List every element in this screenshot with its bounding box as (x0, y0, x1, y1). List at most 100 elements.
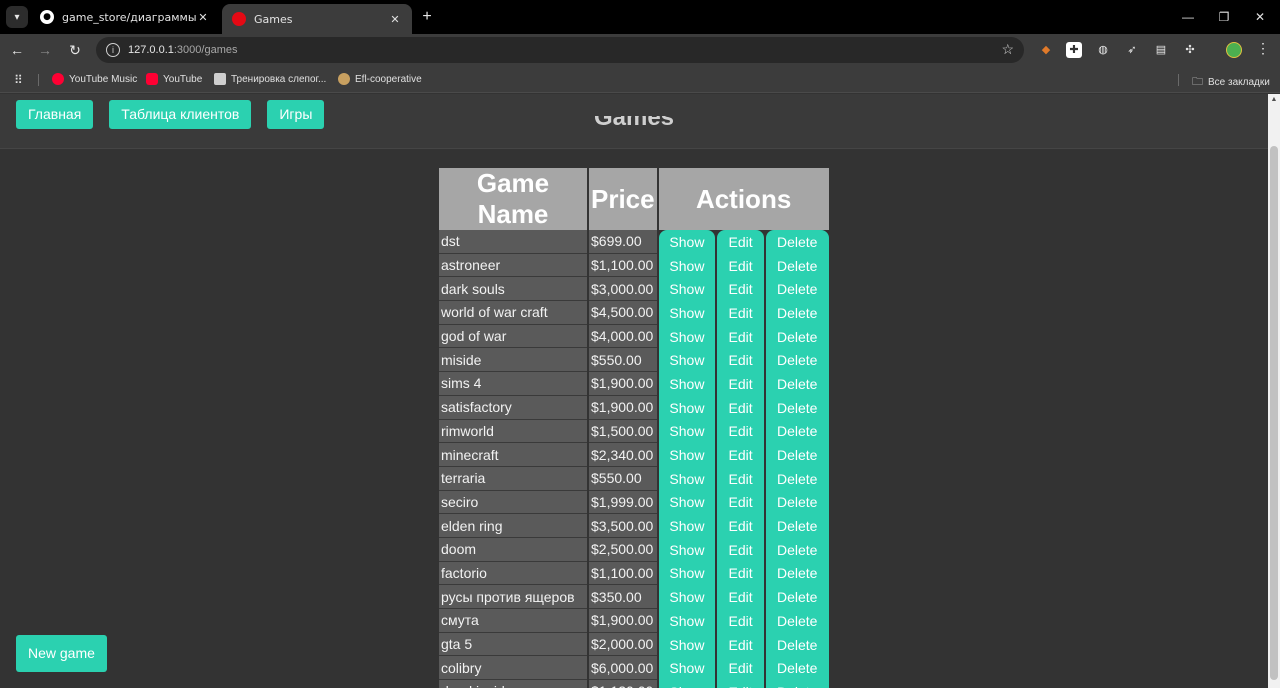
show-button[interactable]: Show (658, 301, 716, 325)
new-game-button[interactable]: New game (16, 635, 107, 672)
show-button[interactable]: Show (658, 680, 716, 688)
vertical-scrollbar[interactable]: ▲ (1268, 94, 1280, 688)
nav-games-button[interactable]: Игры (267, 100, 325, 129)
edit-button[interactable]: Edit (717, 680, 764, 688)
delete-button[interactable]: Delete (765, 301, 829, 325)
delete-button[interactable]: Delete (765, 419, 829, 444)
edit-button[interactable]: Edit (717, 324, 764, 349)
delete-button[interactable]: Delete (765, 277, 829, 302)
edit-button[interactable]: Edit (717, 585, 764, 609)
show-button[interactable]: Show (658, 277, 716, 302)
show-button[interactable]: Show (658, 419, 716, 444)
tab-close-icon[interactable]: ✕ (388, 13, 402, 26)
metamask-icon[interactable]: ◆ (1038, 42, 1054, 58)
new-tab-button[interactable]: + (416, 6, 438, 28)
show-button[interactable]: Show (658, 466, 716, 491)
edit-button[interactable]: Edit (717, 348, 764, 373)
show-button[interactable]: Show (658, 253, 716, 278)
delete-button[interactable]: Delete (765, 656, 829, 681)
scroll-up-arrow-icon[interactable]: ▲ (1268, 96, 1280, 106)
delete-button[interactable]: Delete (765, 324, 829, 349)
game-price-cell: $6,000.00 (589, 656, 657, 681)
gamepad-icon[interactable]: ✚ (1066, 42, 1082, 58)
profile-avatar[interactable] (1226, 42, 1242, 58)
show-button[interactable]: Show (658, 324, 716, 349)
all-bookmarks[interactable]: 🗀 Все закладки (1192, 73, 1270, 92)
delete-button[interactable]: Delete (765, 466, 829, 491)
bookmark-youtube-music[interactable]: YouTube Music (52, 73, 137, 85)
show-button[interactable]: Show (658, 585, 716, 609)
bookmark-youtube[interactable]: YouTube (146, 73, 202, 85)
delete-button[interactable]: Delete (765, 585, 829, 609)
back-arrow-icon[interactable]: ← (6, 39, 28, 61)
edit-button[interactable]: Edit (717, 443, 764, 467)
delete-button[interactable]: Delete (765, 561, 829, 586)
site-favicon-icon (232, 12, 246, 26)
delete-button[interactable]: Delete (765, 680, 829, 688)
edit-button[interactable]: Edit (717, 537, 764, 562)
show-button[interactable]: Show (658, 490, 716, 515)
edit-button[interactable]: Edit (717, 561, 764, 586)
show-button[interactable]: Show (658, 514, 716, 538)
tab-github[interactable]: ● game_store/диаграммы/ER_DI ✕ (30, 4, 220, 30)
address-bar[interactable]: i 127.0.0.1:3000/games ☆ (96, 37, 1024, 63)
tab-strip: ▾ ● game_store/диаграммы/ER_DI ✕ Games ✕… (0, 0, 1280, 34)
show-button[interactable]: Show (658, 372, 716, 396)
delete-button[interactable]: Delete (765, 253, 829, 278)
edit-button[interactable]: Edit (717, 372, 764, 396)
edit-button[interactable]: Edit (717, 490, 764, 515)
delete-button[interactable]: Delete (765, 632, 829, 657)
nav-home-button[interactable]: Главная (16, 100, 94, 129)
forward-arrow-icon[interactable]: → (34, 39, 56, 61)
show-button[interactable]: Show (658, 395, 716, 420)
tab-close-icon[interactable]: ✕ (196, 11, 210, 24)
edit-button[interactable]: Edit (717, 253, 764, 278)
delete-button[interactable]: Delete (765, 395, 829, 420)
edit-button[interactable]: Edit (717, 230, 764, 254)
delete-button[interactable]: Delete (765, 372, 829, 396)
edit-button[interactable]: Edit (717, 632, 764, 657)
show-button[interactable]: Show (658, 348, 716, 373)
game-name-cell: world of war craft (439, 301, 587, 325)
edit-button[interactable]: Edit (717, 301, 764, 325)
delete-button[interactable]: Delete (765, 514, 829, 538)
restore-button[interactable]: ❐ (1212, 6, 1236, 28)
rocket-icon[interactable]: ➶ (1124, 42, 1140, 58)
globe-icon[interactable]: ◍ (1095, 42, 1111, 58)
bookmark-typing[interactable]: Тренировка слепог... (214, 73, 326, 85)
menu-dots-icon[interactable]: ⋮ (1256, 40, 1270, 57)
bookmark-star-icon[interactable]: ☆ (1001, 41, 1014, 58)
delete-button[interactable]: Delete (765, 490, 829, 515)
bookmark-efl[interactable]: Efl-cooperative (338, 73, 422, 85)
delete-button[interactable]: Delete (765, 348, 829, 373)
show-button[interactable]: Show (658, 537, 716, 562)
show-button[interactable]: Show (658, 609, 716, 633)
tab-search-button[interactable]: ▾ (6, 6, 28, 28)
reload-icon[interactable]: ↻ (64, 39, 86, 61)
edit-button[interactable]: Edit (717, 395, 764, 420)
edit-button[interactable]: Edit (717, 514, 764, 538)
show-button[interactable]: Show (658, 230, 716, 254)
edit-button[interactable]: Edit (717, 466, 764, 491)
edit-button[interactable]: Edit (717, 277, 764, 302)
edit-button[interactable]: Edit (717, 656, 764, 681)
scroll-thumb[interactable] (1270, 146, 1278, 680)
delete-button[interactable]: Delete (765, 443, 829, 467)
show-button[interactable]: Show (658, 561, 716, 586)
printer-icon[interactable]: ▤ (1153, 42, 1169, 58)
edit-button[interactable]: Edit (717, 419, 764, 444)
close-window-button[interactable]: ✕ (1248, 6, 1272, 28)
edit-button[interactable]: Edit (717, 609, 764, 633)
tab-games[interactable]: Games ✕ (222, 4, 412, 34)
delete-button[interactable]: Delete (765, 609, 829, 633)
show-button[interactable]: Show (658, 443, 716, 467)
show-button[interactable]: Show (658, 656, 716, 681)
extensions-icon[interactable]: ✣ (1182, 42, 1198, 58)
delete-button[interactable]: Delete (765, 230, 829, 254)
show-button[interactable]: Show (658, 632, 716, 657)
delete-button[interactable]: Delete (765, 537, 829, 562)
site-info-icon[interactable]: i (106, 43, 120, 57)
apps-grid-icon[interactable]: ⠿ (14, 73, 23, 87)
nav-clients-button[interactable]: Таблица клиентов (109, 100, 252, 129)
minimize-button[interactable]: — (1176, 6, 1200, 28)
